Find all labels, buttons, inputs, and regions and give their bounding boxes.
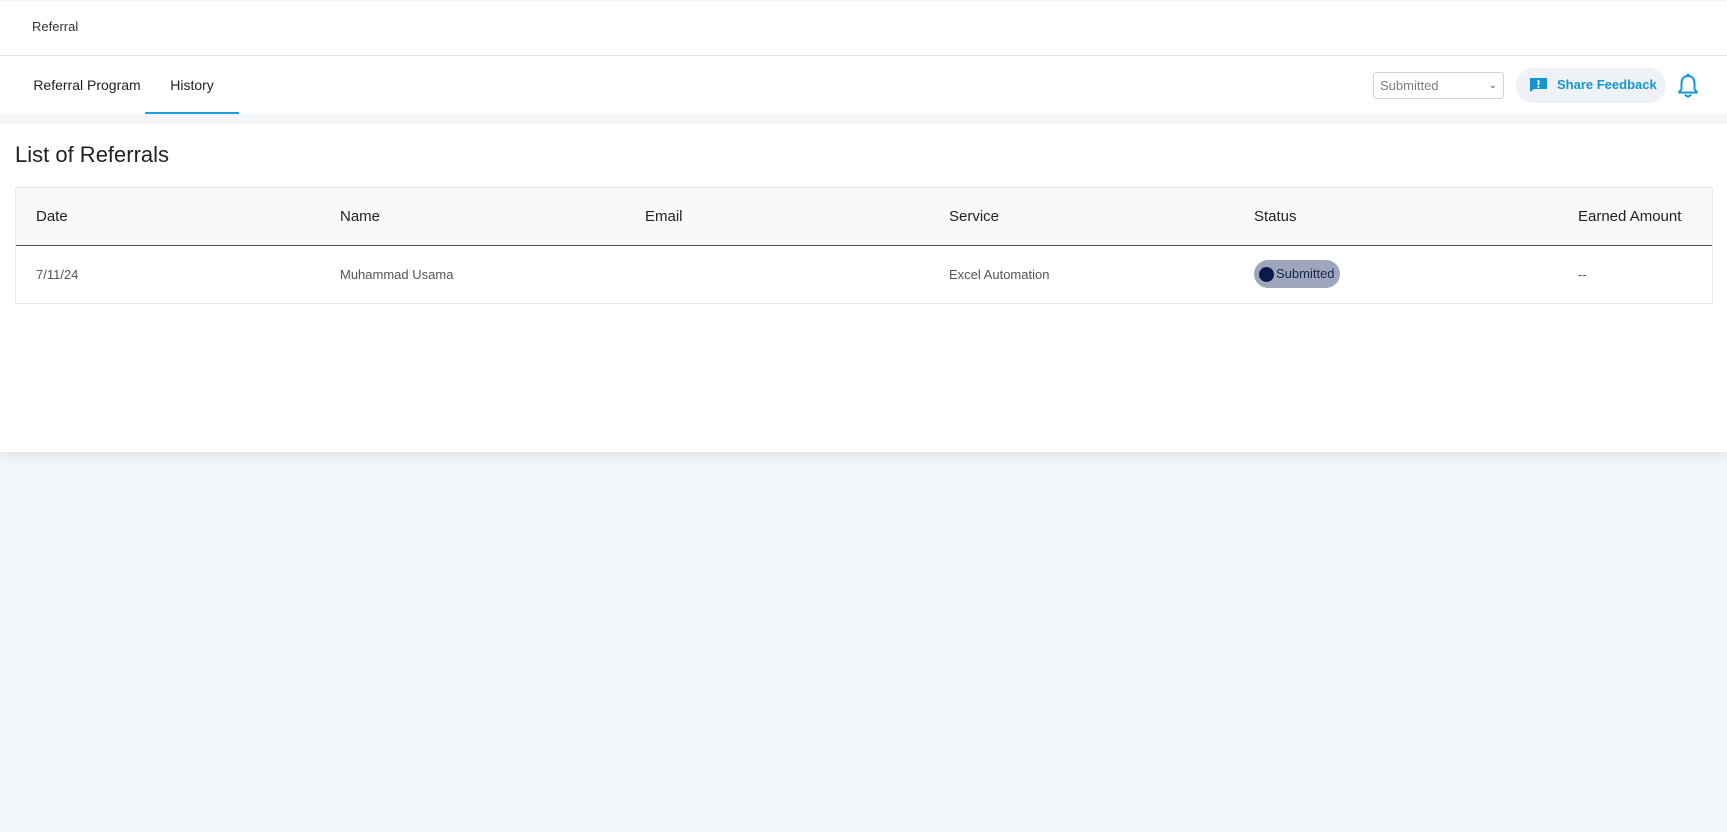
column-header-date: Date — [36, 208, 68, 225]
top-header-bar: Referral — [0, 1, 1727, 56]
bell-icon[interactable] — [1676, 73, 1700, 99]
cell-name: Muhammad Usama — [340, 267, 454, 282]
column-header-name: Name — [340, 208, 381, 225]
status-dot-icon — [1259, 267, 1274, 282]
column-header-email: Email — [645, 208, 683, 225]
page-title: List of Referrals — [15, 142, 170, 167]
status-filter-value: Submitted — [1380, 78, 1439, 93]
chevron-down-icon: ⌄ — [1488, 80, 1497, 91]
column-header-status: Status — [1254, 208, 1297, 225]
tab-history[interactable]: History — [145, 56, 239, 114]
referrals-card: List of Referrals Date Name Email Servic… — [0, 124, 1727, 452]
tab-navigation-bar: Referral Program History Submitted ⌄ Sha… — [0, 56, 1727, 114]
feedback-alert-icon — [1530, 78, 1547, 92]
table-header-row: Date Name Email Service Status Earned Am… — [16, 188, 1712, 246]
column-header-service: Service — [949, 208, 1000, 225]
status-filter-select[interactable]: Submitted ⌄ — [1373, 72, 1504, 99]
status-badge: Submitted — [1254, 260, 1340, 288]
tab-referral-program[interactable]: Referral Program — [26, 56, 148, 114]
table-row: 7/11/24 Muhammad Usama Excel Automation … — [16, 246, 1712, 303]
share-feedback-label: Share Feedback — [1557, 77, 1657, 92]
cell-date: 7/11/24 — [36, 267, 79, 282]
breadcrumb[interactable]: Referral — [32, 19, 78, 34]
column-header-earned-amount: Earned Amount — [1578, 208, 1682, 225]
cell-earned-amount: -- — [1578, 267, 1587, 282]
share-feedback-button[interactable]: Share Feedback — [1516, 68, 1666, 103]
referrals-table: Date Name Email Service Status Earned Am… — [15, 187, 1713, 304]
cell-service: Excel Automation — [949, 267, 1050, 282]
status-badge-label: Submitted — [1276, 266, 1335, 281]
